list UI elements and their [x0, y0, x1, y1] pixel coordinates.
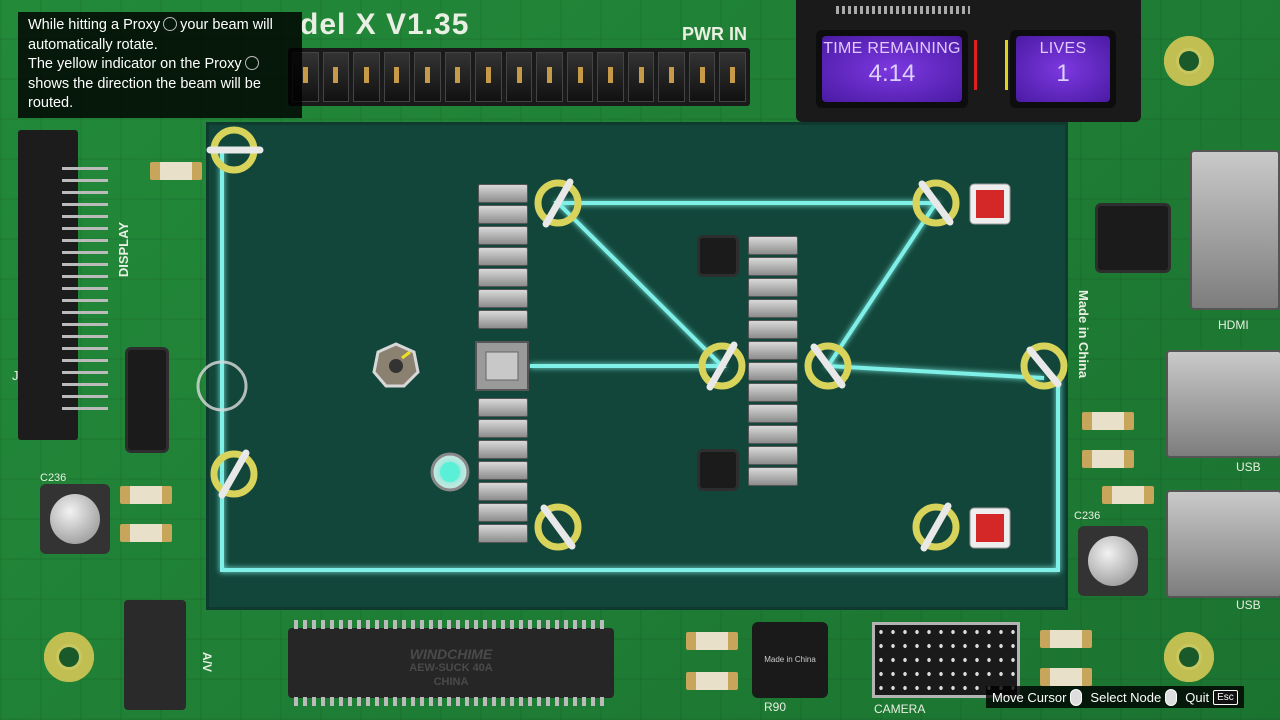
- instruction-line2b: shows the direction the beam will be rou…: [28, 75, 261, 112]
- quit-label: Quit: [1185, 689, 1210, 705]
- esc-key-icon: Esc: [1213, 689, 1238, 705]
- select-node-label: Select Node: [1090, 689, 1162, 705]
- proxy-node[interactable]: [372, 342, 420, 388]
- target-receiver-top: [969, 183, 1011, 225]
- mirror-node-8[interactable]: [534, 503, 582, 551]
- hud-panel: TIME REMAINING 4:14 LIVES 1: [796, 0, 1141, 122]
- select-node-hint: Select Node: [1090, 688, 1178, 706]
- time-remaining-value: 4:14: [868, 60, 916, 87]
- move-cursor-hint: Move Cursor: [992, 688, 1083, 706]
- laser-beam-main: [530, 201, 1045, 380]
- lives-label: LIVES: [1039, 40, 1087, 57]
- lives-value: 1: [1056, 60, 1070, 87]
- instruction-line1a: While hitting a Proxy: [28, 17, 161, 33]
- proxy-icon: [163, 17, 178, 31]
- laser-emitter: [475, 341, 529, 391]
- instruction-panel: While hitting a Proxy your beam will auto…: [18, 12, 302, 118]
- mirror-node-9[interactable]: [912, 502, 960, 552]
- hud-wires: [974, 40, 1008, 90]
- proxy-icon-2: [244, 56, 259, 70]
- instruction-line2a: The yellow indicator on the Proxy: [28, 56, 242, 72]
- hud-pins: [836, 6, 970, 14]
- time-remaining-display: TIME REMAINING 4:14: [816, 30, 968, 108]
- mirror-node-6[interactable]: [206, 126, 264, 174]
- time-remaining-label: TIME REMAINING: [823, 40, 961, 57]
- target-receiver-bottom: [969, 507, 1011, 549]
- mirror-node-5[interactable]: [1020, 342, 1068, 390]
- mouse-move-icon: [1070, 688, 1083, 706]
- lives-display: LIVES 1: [1010, 30, 1116, 108]
- move-cursor-label: Move Cursor: [992, 689, 1067, 705]
- mouse-click-icon: [1165, 688, 1178, 706]
- quit-hint[interactable]: Quit Esc: [1185, 689, 1238, 705]
- controls-hint-bar: Move Cursor Select Node Quit Esc: [986, 686, 1244, 708]
- glow-orb-node[interactable]: [430, 452, 470, 492]
